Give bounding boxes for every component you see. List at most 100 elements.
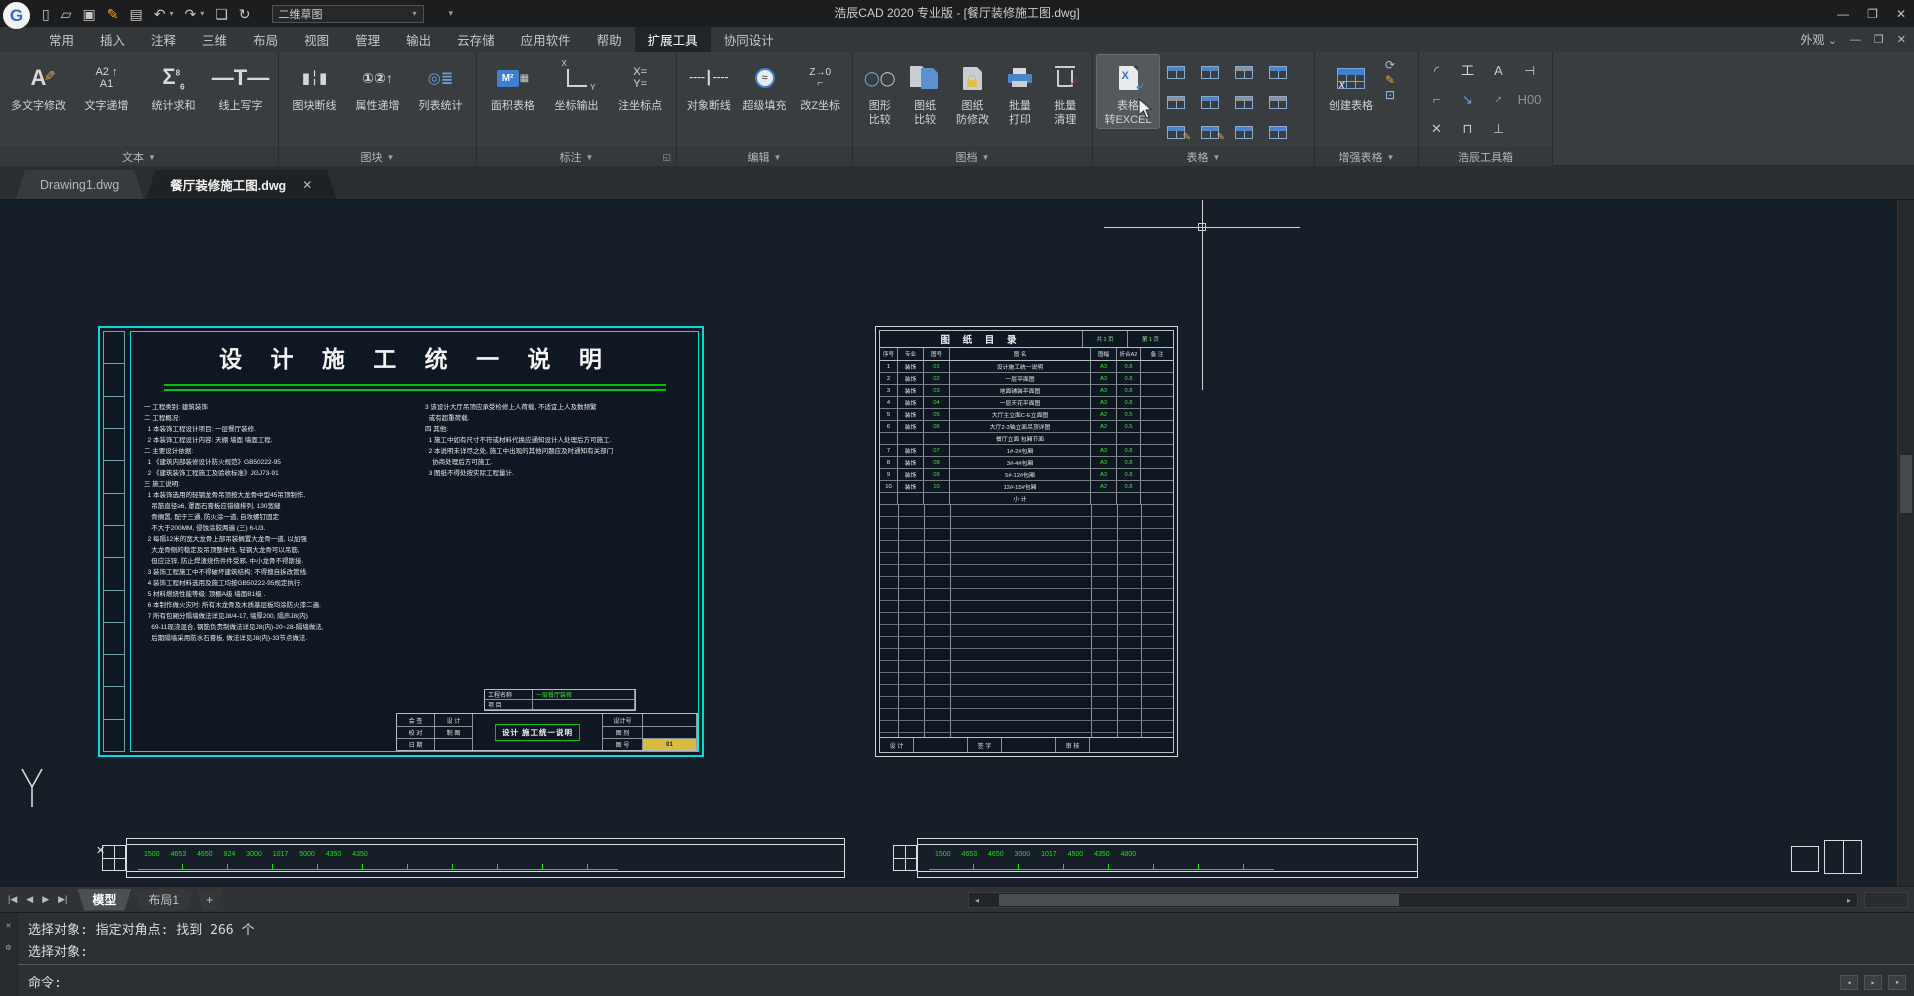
tab-shitu[interactable]: 视图	[291, 27, 342, 52]
group-label-archive[interactable]: 图档▼	[853, 147, 1092, 166]
cmd-expand-icon[interactable]: ▾	[1888, 975, 1906, 990]
tab-zhushi[interactable]: 注释	[138, 27, 189, 52]
plot-icon[interactable]: ▤	[129, 7, 142, 21]
batch-plot-button[interactable]: 批量 打印	[997, 55, 1042, 128]
toolbox-tool-icon[interactable]: ⌐	[1433, 93, 1441, 106]
text-on-line-button[interactable]: —T— 线上写字	[207, 55, 274, 113]
doc-close-icon[interactable]: ✕	[1897, 33, 1906, 46]
tab-charu[interactable]: 插入	[87, 27, 138, 52]
toolbox-tool-icon[interactable]: ✕	[1431, 122, 1442, 135]
drawing-compare-button[interactable]: ◯◯ 图形 比较	[857, 55, 902, 128]
layout1-tab[interactable]: 布局1	[133, 889, 194, 911]
batch-purge-button[interactable]: 批量 清理	[1043, 55, 1088, 128]
open-file-icon[interactable]: ▱	[61, 7, 72, 21]
vertical-scrollbar[interactable]	[1897, 200, 1914, 886]
table-tool-icon[interactable]	[1235, 66, 1253, 79]
last-tab-icon[interactable]: ▶|	[58, 894, 67, 905]
table-tool-icon[interactable]: ✎	[1167, 126, 1185, 139]
sheet-protect-button[interactable]: 图纸 防修改	[948, 55, 997, 128]
command-prompt-input[interactable]: 命令:	[0, 964, 1914, 994]
list-statistics-button[interactable]: ◎≣ 列表统计	[409, 55, 472, 113]
first-tab-icon[interactable]: |◀	[8, 894, 17, 905]
workspace-selector[interactable]: 二维草图 ▾	[272, 5, 424, 23]
tab-guanli[interactable]: 管理	[342, 27, 393, 52]
multi-text-edit-button[interactable]: A✎ 多文字修改	[4, 55, 73, 113]
block-break-line-button[interactable]: ▮╎▮ 图块断线	[283, 55, 346, 113]
drawing-canvas[interactable]: 设 计 施 工 统 一 说 明 一 工程类别: 建筑装饰二 工程概况: 1 本装…	[0, 200, 1914, 886]
table-tool-icon[interactable]	[1269, 96, 1287, 109]
undo-icon[interactable]: ↶	[154, 7, 166, 21]
group-label-toolbox[interactable]: 浩辰工具箱	[1419, 147, 1552, 166]
annotate-coordinate-point-button[interactable]: X= Y= 注坐标点	[608, 55, 672, 113]
table-tool-icon[interactable]	[1235, 96, 1253, 109]
coordinate-output-button[interactable]: XY 坐标输出	[545, 55, 609, 113]
doc-tab-drawing1[interactable]: Drawing1.dwg	[16, 170, 143, 199]
attribute-increment-button[interactable]: ①②↑ 属性递增	[346, 55, 409, 113]
horizontal-scrollbar[interactable]: ◂ ▸	[968, 892, 1858, 908]
doc-tab-restaurant[interactable]: 餐厅装修施工图.dwg✕	[146, 170, 336, 199]
toolbox-tool-icon[interactable]: ⊥	[1493, 122, 1504, 135]
table-tool-icon[interactable]	[1167, 66, 1185, 79]
restore-icon[interactable]: ❐	[1867, 7, 1878, 21]
save-icon[interactable]: ▣	[83, 7, 96, 21]
table-tool-icon[interactable]	[1235, 126, 1253, 139]
toolbar-overflow-icon[interactable]: ▾	[449, 8, 454, 19]
toolbox-tool-icon[interactable]: ⊣	[1524, 64, 1535, 77]
table-tool-icon[interactable]	[1269, 66, 1287, 79]
toolbox-tool-icon[interactable]: A	[1494, 64, 1503, 77]
tab-buju[interactable]: 布局	[240, 27, 291, 52]
cmd-scroll-right-icon[interactable]: ▸	[1864, 975, 1882, 990]
toolbox-tool-icon[interactable]: 工	[1461, 64, 1474, 77]
scroll-right-icon[interactable]: ▸	[1841, 896, 1857, 905]
group-label-table[interactable]: 表格▼	[1093, 147, 1314, 166]
cmd-scroll-left-icon[interactable]: ◂	[1840, 975, 1858, 990]
text-increment-button[interactable]: A2 ↑ A1 文字递增	[73, 55, 140, 113]
close-icon[interactable]: ✕	[1896, 7, 1906, 21]
table-tool-icon[interactable]	[1201, 96, 1219, 109]
table-update-icon[interactable]: ⟳	[1385, 59, 1395, 71]
tab-yingyongruanjian[interactable]: 应用软件	[508, 27, 584, 52]
redo-dropdown-icon[interactable]: ▾	[200, 9, 204, 18]
table-tool-icon[interactable]	[1269, 126, 1287, 139]
tab-shuchu[interactable]: 输出	[393, 27, 444, 52]
prev-tab-icon[interactable]: ◀	[26, 894, 33, 905]
new-file-icon[interactable]: ▯	[42, 7, 50, 21]
area-table-button[interactable]: M² ▦ 面积表格	[481, 55, 545, 113]
command-settings-icon[interactable]: ⚙	[6, 943, 11, 953]
create-table-button[interactable]: X 创建表格	[1319, 55, 1383, 113]
group-label-block[interactable]: 图块▼	[279, 147, 476, 166]
app-logo[interactable]: G	[3, 2, 30, 29]
table-export-icon[interactable]: ✎	[1385, 74, 1395, 86]
dialog-launcher-icon[interactable]: ◱	[662, 152, 671, 163]
vertical-scrollbar-thumb[interactable]	[1900, 455, 1912, 513]
command-window[interactable]: ✕ ⚙ 选择对象: 指定对角点: 找到 266 个 选择对象: 命令: ◂ ▸ …	[0, 912, 1914, 996]
doc-restore-icon[interactable]: ❐	[1874, 33, 1884, 46]
appearance-dropdown[interactable]: 外观 ⌄	[1800, 31, 1837, 48]
edit-annotate-icon[interactable]: ✎	[107, 7, 119, 21]
command-close-icon[interactable]: ✕	[6, 921, 11, 931]
object-break-line-button[interactable]: ╌╌┃╌╌ 对象断线	[681, 55, 737, 113]
scroll-left-icon[interactable]: ◂	[969, 896, 985, 905]
doc-minimize-icon[interactable]: —	[1850, 34, 1861, 46]
table-tool-icon[interactable]	[1167, 96, 1185, 109]
next-tab-icon[interactable]: ▶	[42, 894, 49, 905]
change-z-coordinate-button[interactable]: Z→0 ⌐ 改Z坐标	[792, 55, 848, 113]
add-layout-tab[interactable]: +	[196, 889, 223, 911]
tab-changyong[interactable]: 常用	[36, 27, 87, 52]
toolbox-tool-icon[interactable]: ⊓	[1462, 122, 1472, 135]
sheet-compare-button[interactable]: 图纸 比较	[902, 55, 947, 128]
tab-xietongsheji[interactable]: 协同设计	[711, 27, 787, 52]
layer-stack-icon[interactable]: ❏	[215, 7, 228, 21]
toolbox-tool-icon[interactable]: ◜	[1434, 64, 1439, 77]
super-hatch-button[interactable]: ≈ 超级填充	[737, 55, 793, 113]
table-tool-icon[interactable]: ✎	[1201, 126, 1219, 139]
toolbox-tool-icon[interactable]: H00	[1518, 93, 1542, 106]
regen-icon[interactable]: ↻	[239, 7, 251, 21]
redo-icon[interactable]: ↷	[184, 7, 196, 21]
tab-kuozhangongju[interactable]: 扩展工具	[635, 27, 711, 52]
model-tab[interactable]: 模型	[77, 889, 131, 911]
toolbox-tool-icon[interactable]: ↘	[1462, 93, 1473, 106]
group-label-enhanced-table[interactable]: 增强表格▼	[1315, 147, 1418, 166]
group-label-text[interactable]: 文本▼	[0, 147, 278, 166]
group-label-edit[interactable]: 编辑▼	[677, 147, 852, 166]
